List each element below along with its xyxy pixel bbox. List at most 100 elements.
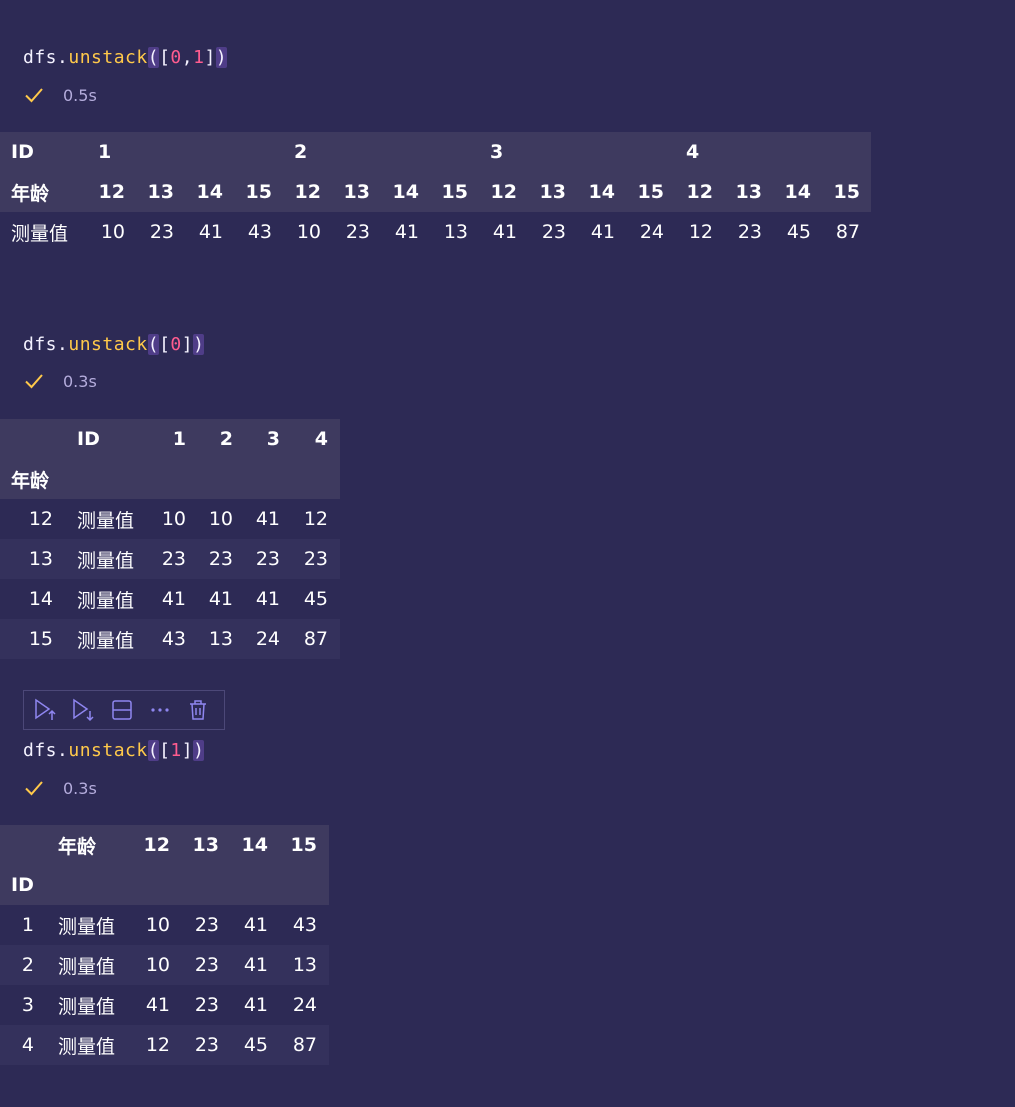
table-cell: 41 bbox=[198, 221, 223, 243]
columns-name: 年龄 bbox=[45, 825, 133, 865]
split-cell-icon[interactable] bbox=[110, 698, 134, 722]
column-header: 12 bbox=[283, 172, 332, 212]
table-cell: 23 bbox=[198, 539, 245, 579]
execution-time: 0.3s bbox=[63, 371, 97, 391]
table-row: 14 测量值 41 41 41 45 bbox=[0, 579, 340, 619]
code-number: 0 bbox=[170, 334, 182, 355]
table-cell: 23 bbox=[194, 994, 219, 1016]
column-header: 14 bbox=[381, 172, 430, 212]
table-cell: 43 bbox=[151, 619, 198, 659]
table-row: 2 测量值 10 23 41 13 bbox=[0, 945, 329, 985]
row-label: 测量值 bbox=[64, 619, 151, 659]
table-cell: 23 bbox=[182, 945, 231, 985]
code-number: 1 bbox=[170, 740, 182, 761]
row-label: 测量值 bbox=[58, 995, 116, 1018]
table-cell: 41 bbox=[231, 945, 280, 985]
code-function: unstack bbox=[68, 334, 148, 355]
row-index: 3 bbox=[21, 994, 34, 1016]
execution-status: 0.3s bbox=[23, 370, 97, 392]
table-cell: 12 bbox=[688, 221, 713, 243]
table-cell: 12 bbox=[303, 508, 328, 530]
table-row: 12 测量值 10 10 41 12 bbox=[0, 499, 340, 539]
column-header: 12 bbox=[479, 172, 528, 212]
column-header: 14 bbox=[231, 825, 280, 865]
table-cell: 13 bbox=[198, 619, 245, 659]
code-bracket: [ bbox=[159, 334, 171, 355]
code-line-2[interactable]: dfs.unstack([0]) bbox=[23, 334, 205, 355]
row-index: 15 bbox=[0, 619, 64, 659]
row-label: 测量值 bbox=[58, 915, 116, 938]
table-cell: 45 bbox=[303, 588, 328, 610]
table-row: 15 测量值 43 13 24 87 bbox=[0, 619, 340, 659]
table-cell: 43 bbox=[292, 914, 317, 936]
code-paren: ) bbox=[215, 47, 228, 68]
code-function: unstack bbox=[68, 47, 148, 68]
table-cell: 10 bbox=[100, 221, 125, 243]
code-bracket: ] bbox=[204, 47, 216, 68]
column-header: 2 bbox=[198, 419, 245, 459]
table-cell: 87 bbox=[292, 619, 340, 659]
code-paren: ) bbox=[193, 334, 205, 355]
code-paren: ( bbox=[147, 740, 160, 761]
code-bracket: ] bbox=[181, 740, 194, 761]
table-cell: 10 bbox=[161, 508, 186, 530]
table-cell: 23 bbox=[541, 221, 566, 243]
code-object: dfs. bbox=[23, 334, 69, 355]
delete-icon[interactable] bbox=[186, 698, 210, 722]
table-cell: 23 bbox=[149, 221, 174, 243]
column-header: 13 bbox=[136, 172, 185, 212]
table-cell: 41 bbox=[208, 588, 233, 610]
check-icon bbox=[25, 781, 43, 796]
table-row: 3 测量值 41 23 41 24 bbox=[0, 985, 329, 1025]
column-group-header: 2 bbox=[283, 132, 479, 172]
check-icon bbox=[25, 88, 43, 103]
run-above-icon[interactable] bbox=[34, 698, 58, 722]
output-table-3: 年龄 12 13 14 15 ID 1 测量值 10 23 41 43 2 测量… bbox=[0, 825, 329, 1065]
table-cell: 23 bbox=[194, 914, 219, 936]
table-cell: 13 bbox=[280, 945, 329, 985]
table-cell: 10 bbox=[145, 914, 170, 936]
run-below-icon[interactable] bbox=[72, 698, 96, 722]
table-cell: 43 bbox=[247, 221, 272, 243]
execution-status: 0.5s bbox=[23, 84, 97, 106]
code-line-1[interactable]: dfs.unstack([0,1]) bbox=[23, 47, 228, 68]
column-header: 13 bbox=[182, 825, 231, 865]
row-label: 测量值 bbox=[64, 539, 151, 579]
code-function: unstack bbox=[68, 740, 148, 761]
row-label: 测量值 bbox=[77, 589, 135, 612]
row-index: 13 bbox=[0, 539, 64, 579]
table-cell: 10 bbox=[208, 508, 233, 530]
table-cell: 24 bbox=[245, 619, 292, 659]
column-group-header: 3 bbox=[479, 132, 675, 172]
column-header: 15 bbox=[626, 172, 675, 212]
row-index: 4 bbox=[0, 1025, 45, 1065]
row-label: 测量值 bbox=[11, 222, 69, 245]
code-object: dfs. bbox=[23, 740, 69, 761]
table-row: 13 测量值 23 23 23 23 bbox=[0, 539, 340, 579]
table-cell: 41 bbox=[243, 994, 268, 1016]
table-cell: 41 bbox=[161, 588, 186, 610]
table-cell: 23 bbox=[245, 539, 292, 579]
code-paren: ( bbox=[147, 47, 160, 68]
more-icon[interactable] bbox=[148, 698, 172, 722]
table-cell: 87 bbox=[835, 221, 860, 243]
table-cell: 45 bbox=[231, 1025, 280, 1065]
column-header: 13 bbox=[528, 172, 577, 212]
code-line-3[interactable]: dfs.unstack([1]) bbox=[23, 740, 205, 761]
table-row: 4 测量值 12 23 45 87 bbox=[0, 1025, 329, 1065]
output-table-2: ID 1 2 3 4 年龄 12 测量值 10 10 41 12 13 测量值 … bbox=[0, 419, 340, 659]
table-cell: 41 bbox=[145, 994, 170, 1016]
column-header: 4 bbox=[292, 419, 340, 459]
table-cell: 41 bbox=[255, 508, 280, 530]
table-cell: 41 bbox=[255, 588, 280, 610]
table-header-row: 年龄 12 13 14 15 12 13 14 15 12 13 14 15 1… bbox=[0, 172, 871, 212]
row-label: 测量值 bbox=[45, 945, 133, 985]
table-header-row: 年龄 bbox=[0, 459, 340, 499]
column-index-name: ID bbox=[0, 132, 87, 172]
table-header-row: ID 1 2 3 4 bbox=[0, 132, 871, 172]
table-cell: 10 bbox=[133, 945, 182, 985]
table-cell: 24 bbox=[292, 994, 317, 1016]
table-cell: 23 bbox=[292, 539, 340, 579]
column-header: 15 bbox=[430, 172, 479, 212]
column-header: 15 bbox=[234, 172, 283, 212]
